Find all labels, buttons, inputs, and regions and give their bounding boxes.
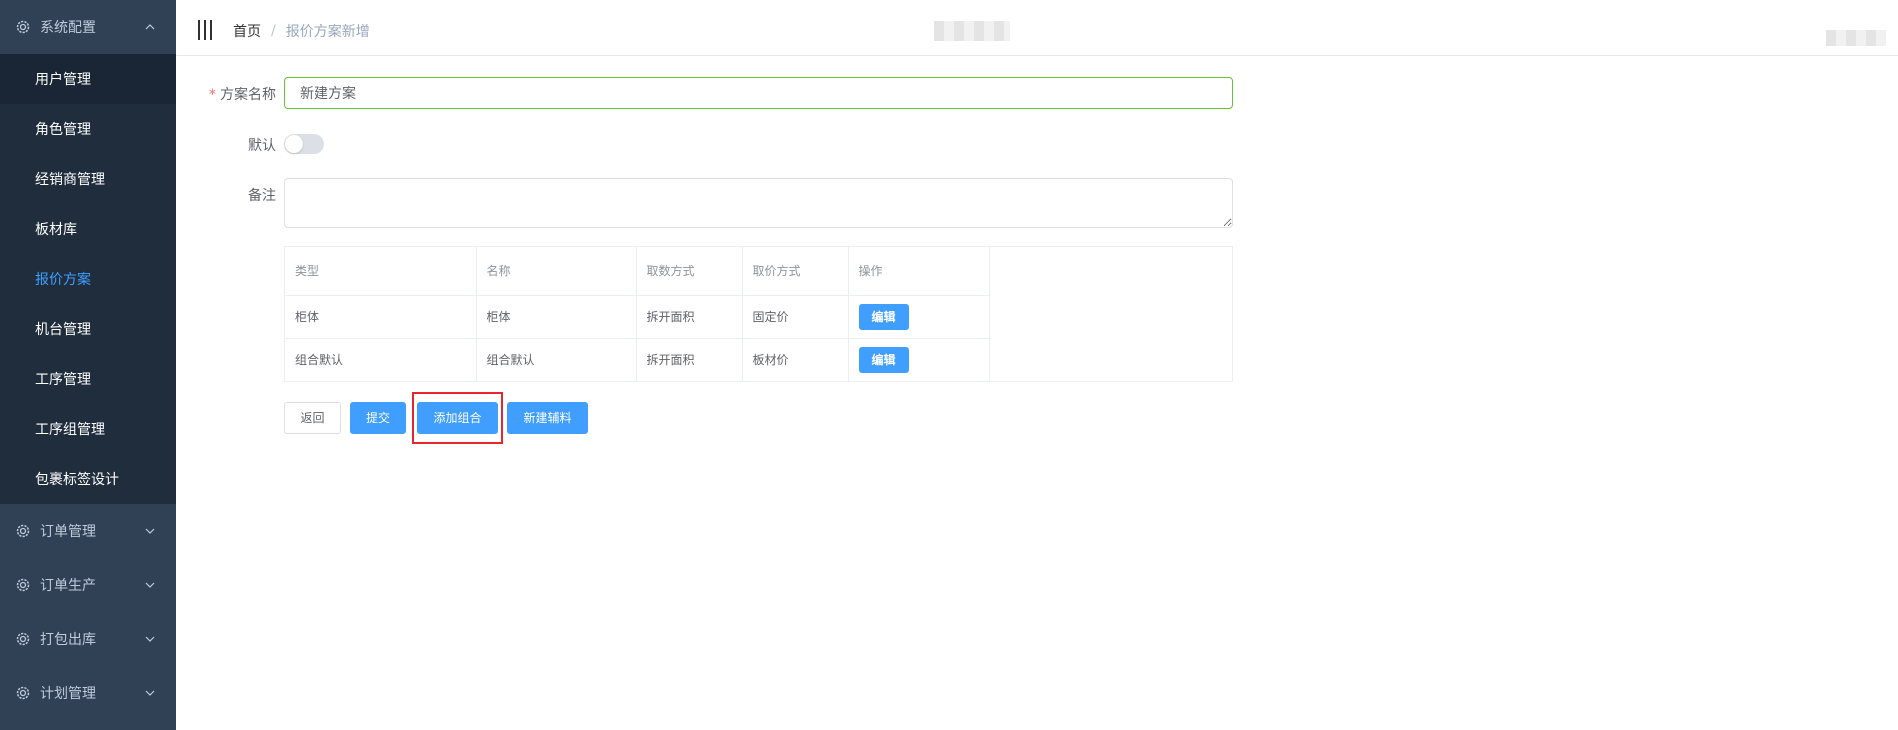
cell-price-method: 固定价 (742, 295, 849, 339)
sidebar-item-dealers[interactable]: 经销商管理 (0, 154, 176, 204)
sidebar-item-label: 用户管理 (35, 72, 91, 88)
cell-count-method: 拆开面积 (636, 295, 743, 339)
sidebar-item-label: 工序组管理 (35, 422, 105, 438)
cell-type: 组合默认 (285, 338, 477, 381)
menu-head-packing[interactable]: 打包出库 (0, 612, 176, 666)
switch-knob (285, 135, 303, 153)
sidebar: 系统配置 用户管理 角色管理 经销商管理 板材库 报价方案 机台管理 工序管理 … (0, 0, 176, 730)
cell-name: 组合默认 (476, 338, 637, 381)
menu-head-production[interactable]: 订单生产 (0, 558, 176, 612)
menu-head-label: 打包出库 (40, 632, 96, 648)
edit-button[interactable]: 编辑 (858, 346, 909, 373)
sidebar-item-process-groups[interactable]: 工序组管理 (0, 404, 176, 454)
breadcrumb-home[interactable]: 首页 (233, 21, 261, 41)
menu-group-production: 订单生产 (0, 558, 176, 612)
sidebar-item-quote-plan[interactable]: 报价方案 (0, 254, 176, 304)
combo-table: 类型 名称 取数方式 取价方式 操作 柜体 柜体 拆开面积 固定价 编辑 组合默… (284, 246, 1233, 382)
menu-head-planning[interactable]: 计划管理 (0, 666, 176, 720)
chevron-up-icon (145, 24, 155, 30)
menu-head-label: 订单管理 (40, 524, 96, 540)
table-header-row: 类型 名称 取数方式 取价方式 操作 (285, 247, 990, 296)
sidebar-item-label: 工序管理 (35, 372, 91, 388)
menu-group-packing: 打包出库 (0, 612, 176, 666)
redacted-title (934, 21, 1010, 41)
table-row: 组合默认 组合默认 拆开面积 板材价 编辑 (285, 338, 990, 381)
col-type: 类型 (285, 247, 477, 296)
submenu-system-config: 用户管理 角色管理 经销商管理 板材库 报价方案 机台管理 工序管理 工序组管理… (0, 54, 176, 504)
cell-action: 编辑 (848, 295, 990, 339)
quote-plan-form: *方案名称 默认 备注 类型 名称 取数方式 取价方式 操作 柜体 柜体 拆开面… (176, 56, 1898, 730)
col-count-method: 取数方式 (636, 247, 743, 296)
sidebar-item-roles[interactable]: 角色管理 (0, 104, 176, 154)
cell-type: 柜体 (285, 295, 477, 339)
menu-head-orders[interactable]: 订单管理 (0, 504, 176, 558)
hamburger-icon[interactable] (196, 19, 214, 41)
name-label-text: 方案名称 (220, 87, 276, 103)
gear-icon (14, 630, 32, 648)
chevron-down-icon (145, 636, 155, 642)
menu-group-orders: 订单管理 (0, 504, 176, 558)
new-accessory-button[interactable]: 新建辅料 (507, 402, 588, 434)
sidebar-item-label: 板材库 (35, 222, 77, 238)
default-label: 默认 (248, 138, 276, 154)
menu-head-label: 订单生产 (40, 578, 96, 594)
breadcrumb-separator: / (271, 23, 276, 39)
menu-head-label: 计划管理 (40, 686, 96, 702)
gear-icon (14, 684, 32, 702)
chevron-down-icon (145, 582, 155, 588)
cell-price-method: 板材价 (742, 338, 849, 381)
cell-count-method: 拆开面积 (636, 338, 743, 381)
highlight-box (412, 392, 503, 444)
header: 首页 / 报价方案新增 (176, 0, 1898, 56)
sidebar-item-machines[interactable]: 机台管理 (0, 304, 176, 354)
menu-group-system-config: 系统配置 用户管理 角色管理 经销商管理 板材库 报价方案 机台管理 工序管理 … (0, 0, 176, 504)
menu-head-label: 系统配置 (40, 20, 96, 36)
chevron-down-icon (145, 528, 155, 534)
remark-label: 备注 (248, 188, 276, 204)
sidebar-item-label: 包裹标签设计 (35, 472, 119, 488)
sidebar-item-label: 报价方案 (35, 272, 91, 288)
name-label: * 方案名称 (176, 84, 276, 104)
breadcrumb-current: 报价方案新增 (285, 24, 370, 40)
gear-icon (14, 522, 32, 540)
col-action: 操作 (848, 247, 990, 296)
menu-head-system-config[interactable]: 系统配置 (0, 0, 176, 54)
redacted-user[interactable] (1826, 30, 1886, 46)
gear-icon (14, 18, 32, 36)
col-name: 名称 (476, 247, 637, 296)
sidebar-item-users[interactable]: 用户管理 (0, 54, 176, 104)
sidebar-item-label: 角色管理 (35, 122, 91, 138)
edit-button[interactable]: 编辑 (858, 303, 909, 330)
cell-name: 柜体 (476, 295, 637, 339)
required-mark: * (209, 87, 216, 103)
col-price-method: 取价方式 (742, 247, 849, 296)
back-button[interactable]: 返回 (284, 402, 341, 434)
sidebar-item-processes[interactable]: 工序管理 (0, 354, 176, 404)
sidebar-item-label: 机台管理 (35, 322, 91, 338)
breadcrumb: 首页 / 报价方案新增 (233, 21, 370, 41)
default-switch[interactable] (284, 134, 324, 154)
chevron-down-icon (145, 690, 155, 696)
submit-button[interactable]: 提交 (350, 402, 406, 434)
sidebar-item-label: 经销商管理 (35, 172, 105, 188)
cell-action: 编辑 (848, 338, 990, 381)
gear-icon (14, 576, 32, 594)
table-row: 柜体 柜体 拆开面积 固定价 编辑 (285, 295, 990, 339)
menu-group-planning: 计划管理 (0, 666, 176, 720)
remark-textarea[interactable] (284, 178, 1233, 228)
plan-name-input[interactable] (284, 77, 1233, 109)
sidebar-item-board-library[interactable]: 板材库 (0, 204, 176, 254)
sidebar-item-package-label[interactable]: 包裹标签设计 (0, 454, 176, 504)
